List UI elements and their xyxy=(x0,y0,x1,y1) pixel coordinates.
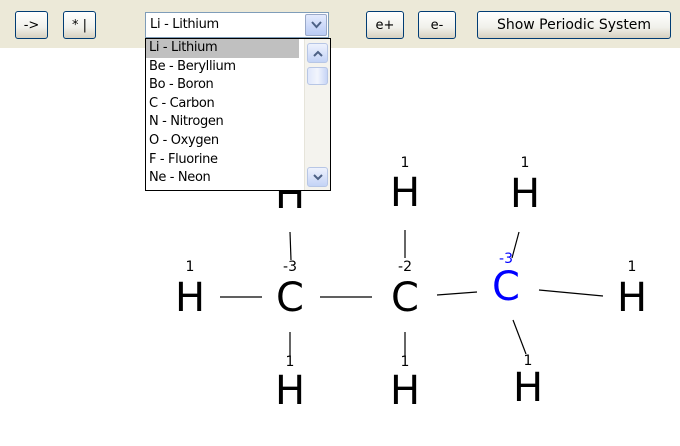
chevron-down-icon xyxy=(312,173,323,180)
chevron-up-icon xyxy=(312,50,323,57)
oxidation-c1: -3 xyxy=(283,259,297,275)
dropdown-option[interactable]: F - Fluorine xyxy=(146,151,299,170)
atom-c2[interactable]: C xyxy=(391,275,419,321)
dropdown-option[interactable]: O - Oxygen xyxy=(146,132,299,151)
dropdown-scrollbar[interactable] xyxy=(304,39,330,190)
dropdown-option[interactable]: Ne - Neon xyxy=(146,169,299,188)
charge-h-c3-top: 1 xyxy=(521,155,530,171)
scroll-down-button[interactable] xyxy=(307,167,328,187)
molecule-canvas[interactable]: H C C C H H H H H H H 1 -3 -2 -3 1 1 1 1… xyxy=(0,0,680,446)
atom-h-c3-bottom[interactable]: H xyxy=(513,365,543,411)
charge-h-left: 1 xyxy=(186,259,195,275)
oxidation-c3: -3 xyxy=(499,251,513,267)
charge-h-right: 1 xyxy=(628,259,637,275)
atom-h-c3-top[interactable]: H xyxy=(510,171,540,217)
oxidation-c2: -2 xyxy=(398,259,412,275)
charge-h-c3-bottom: 1 xyxy=(524,353,533,369)
atom-h-right[interactable]: H xyxy=(617,275,647,321)
charge-h-c1-bottom: 1 xyxy=(286,354,295,370)
bond-c3-h-right xyxy=(538,289,604,297)
atom-c1[interactable]: C xyxy=(276,275,304,321)
dropdown-option[interactable]: Bo - Boron xyxy=(146,76,299,95)
bond-c2-c3 xyxy=(436,291,478,296)
dropdown-option[interactable]: N - Nitrogen xyxy=(146,113,299,132)
element-dropdown-list[interactable]: Li - Lithium Be - Beryllium Bo - Boron C… xyxy=(145,38,331,191)
dropdown-option[interactable]: Be - Beryllium xyxy=(146,58,299,77)
charge-h-c2-bottom: 1 xyxy=(401,354,410,370)
dropdown-option[interactable]: C - Carbon xyxy=(146,95,299,114)
bond-c3-h-top xyxy=(511,231,520,259)
atom-h-left[interactable]: H xyxy=(175,275,205,321)
bond-c1-h-top xyxy=(289,231,292,261)
atom-c3-selected[interactable]: C xyxy=(492,264,520,310)
atom-h-c2-bottom[interactable]: H xyxy=(390,368,420,414)
atom-h-c2-top[interactable]: H xyxy=(390,170,420,216)
bond-c3-h-bottom xyxy=(512,319,527,355)
atom-h-c1-bottom[interactable]: H xyxy=(275,368,305,414)
scroll-thumb[interactable] xyxy=(307,67,328,85)
scroll-up-button[interactable] xyxy=(307,43,328,63)
charge-h-c2-top: 1 xyxy=(401,155,410,171)
dropdown-option[interactable]: Li - Lithium xyxy=(146,39,299,58)
